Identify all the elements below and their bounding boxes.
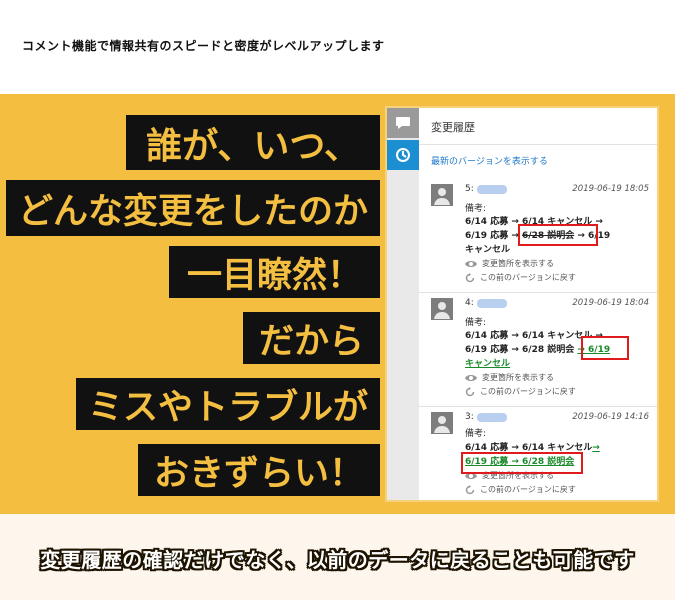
- added-text: キャンセル: [465, 359, 511, 369]
- revert-label: この前のバージョンに戻す: [480, 273, 576, 282]
- highlight-box: [581, 336, 629, 360]
- history-icon: [396, 148, 410, 162]
- headline-line-6: おきずらい！: [137, 444, 380, 496]
- headline-line-1: 誰が、いつ、: [126, 115, 380, 170]
- headline-text: 誰が、いつ、: [146, 125, 360, 167]
- headline-text: どんな変更をしたのか: [17, 191, 368, 232]
- entry-divider: [419, 292, 657, 293]
- version-number: 5:: [465, 184, 474, 194]
- history-tab[interactable]: [387, 140, 419, 170]
- headline-text: おきずらい！: [153, 453, 364, 494]
- panel-divider: [419, 144, 657, 145]
- revert-link[interactable]: この前のバージョンに戻す: [465, 484, 576, 495]
- revert-link[interactable]: この前のバージョンに戻す: [465, 386, 576, 397]
- eye-icon: [465, 374, 477, 381]
- eye-icon: [465, 260, 477, 267]
- show-changes-label: 変更箇所を表示する: [482, 259, 554, 268]
- show-changes-link[interactable]: 変更箇所を表示する: [465, 258, 554, 269]
- revert-icon: [465, 484, 475, 494]
- version-number: 3:: [465, 412, 474, 422]
- headline-line-4: だから: [242, 312, 380, 364]
- note-label: 備考:: [465, 204, 487, 214]
- note-text: 6/19 応募 → 6/28 説明会: [465, 345, 578, 355]
- revert-link[interactable]: この前のバージョンに戻す: [465, 272, 576, 283]
- revert-icon: [465, 272, 475, 282]
- note-text: 6/19 応募 →: [465, 231, 523, 241]
- user-avatar-icon: [431, 298, 453, 320]
- timestamp: 2019-06-19 18:05: [572, 184, 649, 194]
- headline-text: 一目瞭然！: [186, 255, 362, 296]
- revert-label: この前のバージョンに戻す: [480, 387, 576, 396]
- revert-label: この前のバージョンに戻す: [480, 485, 576, 494]
- user-avatar-icon: [431, 412, 453, 434]
- user-avatar-icon: [431, 184, 453, 206]
- note-line: キャンセル: [465, 242, 510, 255]
- timestamp: 2019-06-19 14:16: [572, 412, 649, 422]
- revert-icon: [465, 386, 475, 396]
- headline-line-3: 一目瞭然！: [168, 246, 380, 298]
- show-changes-label: 変更箇所を表示する: [482, 373, 554, 382]
- user-name-blurred: [477, 185, 507, 194]
- note-label: 備考:: [465, 318, 487, 328]
- added-text: →: [592, 443, 600, 453]
- version-number: 4:: [465, 298, 474, 308]
- comment-icon: [396, 117, 410, 129]
- top-caption: コメント機能で情報共有のスピードと密度がレベルアップします: [22, 39, 385, 53]
- history-panel: 変更履歴 最新のバージョンを表示する 5: 2019-06-19 18:05 備…: [385, 106, 659, 502]
- entry-divider: [419, 406, 657, 407]
- panel-sidebar: [387, 108, 419, 500]
- comment-tab[interactable]: [387, 108, 419, 138]
- headline-line-2: どんな変更をしたのか: [5, 180, 380, 236]
- note-line: キャンセル: [465, 356, 510, 369]
- highlight-box: [518, 224, 598, 246]
- headline-line-5: ミスやトラブルが: [75, 378, 380, 430]
- panel-title: 変更履歴: [431, 121, 475, 134]
- user-name-blurred: [477, 299, 507, 308]
- bottom-caption: 変更履歴の確認だけでなく、以前のデータに戻ることも可能です: [40, 548, 635, 572]
- headline-text: だから: [258, 321, 364, 362]
- latest-version-link[interactable]: 最新のバージョンを表示する: [431, 154, 548, 167]
- user-name-blurred: [477, 413, 507, 422]
- timestamp: 2019-06-19 18:04: [572, 298, 649, 308]
- note-text: キャンセル: [465, 245, 511, 255]
- highlight-box: [461, 452, 583, 474]
- note-label: 備考:: [465, 429, 487, 439]
- headline-text: ミスやトラブルが: [87, 387, 368, 428]
- show-changes-link[interactable]: 変更箇所を表示する: [465, 372, 554, 383]
